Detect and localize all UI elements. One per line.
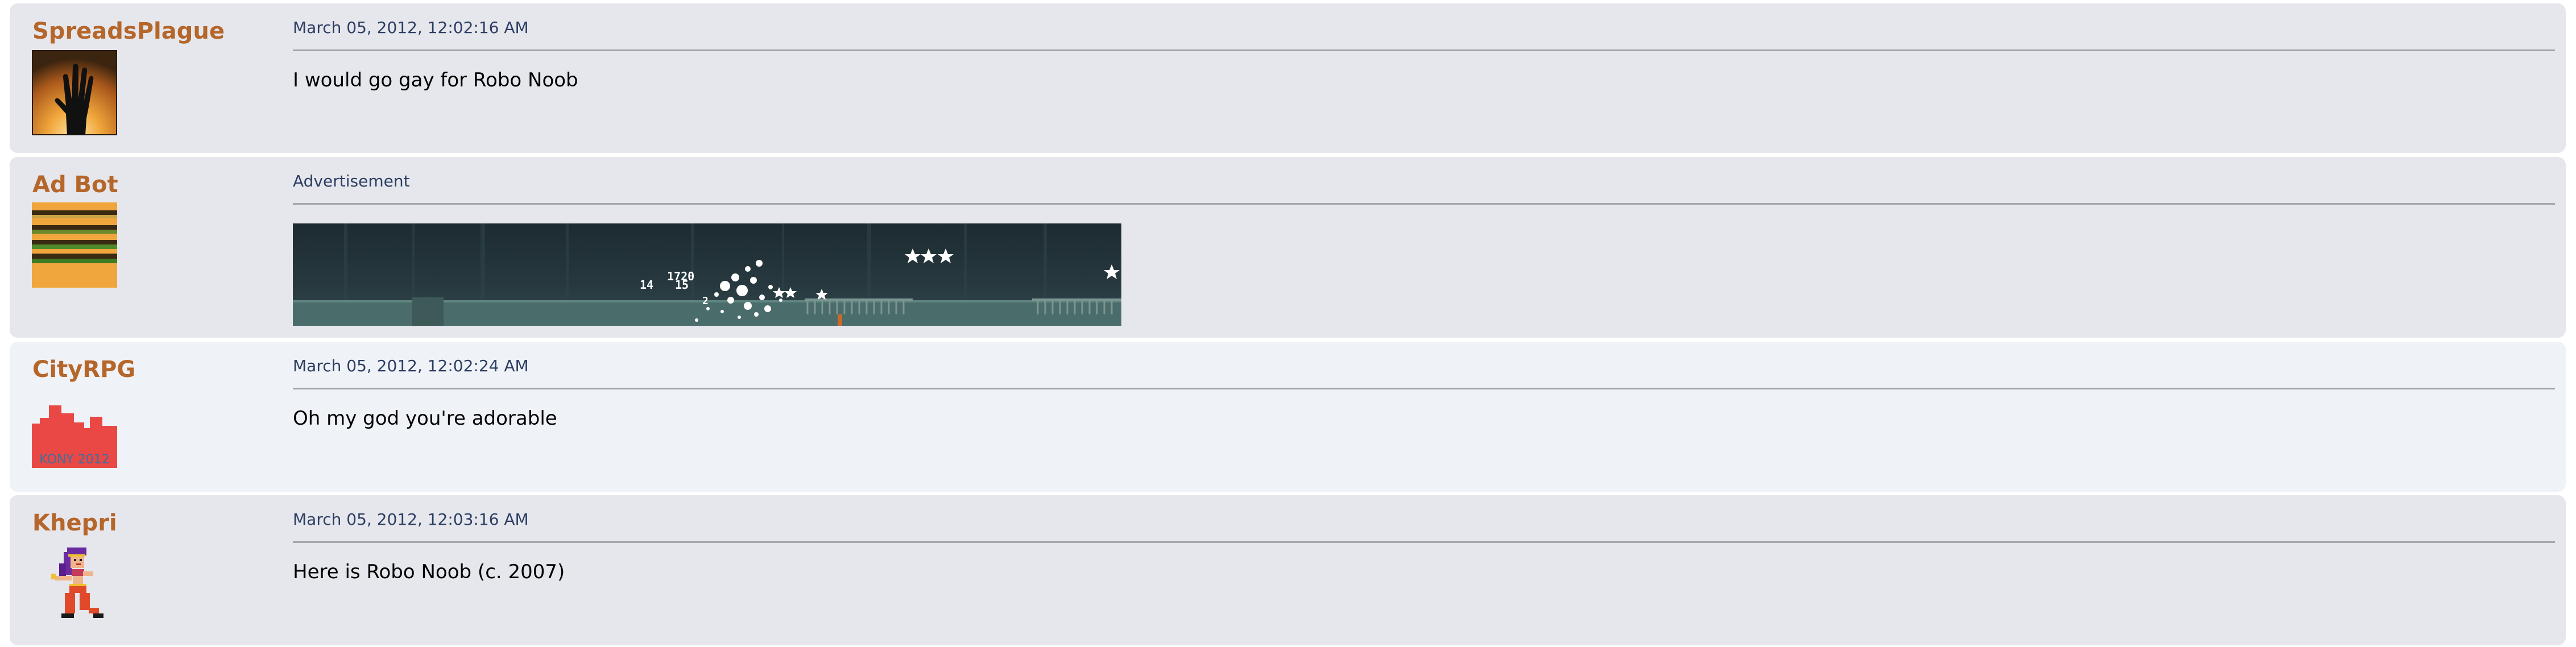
post-body: Oh my god you're adorable — [293, 407, 557, 430]
post-author[interactable]: CityRPG — [32, 356, 135, 383]
banner-number: 14 — [640, 278, 653, 292]
post-body: Here is Robo Noob (c. 2007) — [293, 561, 565, 583]
post-author[interactable]: Ad Bot — [32, 172, 118, 198]
advertisement-label: Advertisement — [293, 172, 410, 190]
post-author[interactable]: SpreadsPlague — [32, 18, 225, 44]
post-timestamp[interactable]: March 05, 2012, 12:03:16 AM — [293, 510, 529, 529]
divider — [293, 203, 2555, 205]
post: Khepri March 05, 2012, 12:03:16 AM Here … — [10, 495, 2566, 645]
avatar-caption: KONY 2012 — [39, 453, 109, 467]
game-screenshot-banner-image: 1720 14 15 2 — [293, 223, 1121, 326]
striped-bars-icon — [32, 202, 117, 288]
post-timestamp[interactable]: March 05, 2012, 12:02:16 AM — [293, 18, 529, 37]
post: CityRPG KONY 2012 March 05, 2012, 12:02:… — [10, 342, 2566, 492]
pixel-dancer-icon — [51, 548, 103, 618]
divider — [293, 541, 2555, 543]
advertisement-banner[interactable]: 1720 14 15 2 — [293, 223, 1121, 326]
red-city-skyline-icon: KONY 2012 — [32, 405, 117, 468]
avatar[interactable]: KONY 2012 — [32, 405, 117, 491]
post-body: I would go gay for Robo Noob — [293, 69, 578, 92]
post: SpreadsPlague March 05, 2012, 12:02:16 A… — [10, 3, 2566, 153]
avatar[interactable] — [31, 49, 118, 136]
advertisement-post: Ad Bot Advertisement 1720 14 15 2 — [10, 157, 2566, 338]
banner-number: 2 — [702, 295, 709, 307]
divider — [293, 388, 2555, 389]
avatar[interactable] — [32, 546, 117, 632]
post-timestamp[interactable]: March 05, 2012, 12:02:24 AM — [293, 356, 529, 375]
banner-number: 15 — [675, 278, 689, 292]
avatar[interactable] — [32, 202, 117, 288]
post-author[interactable]: Khepri — [32, 510, 117, 536]
raised-hand-sunset-icon — [31, 49, 118, 136]
divider — [293, 49, 2555, 51]
